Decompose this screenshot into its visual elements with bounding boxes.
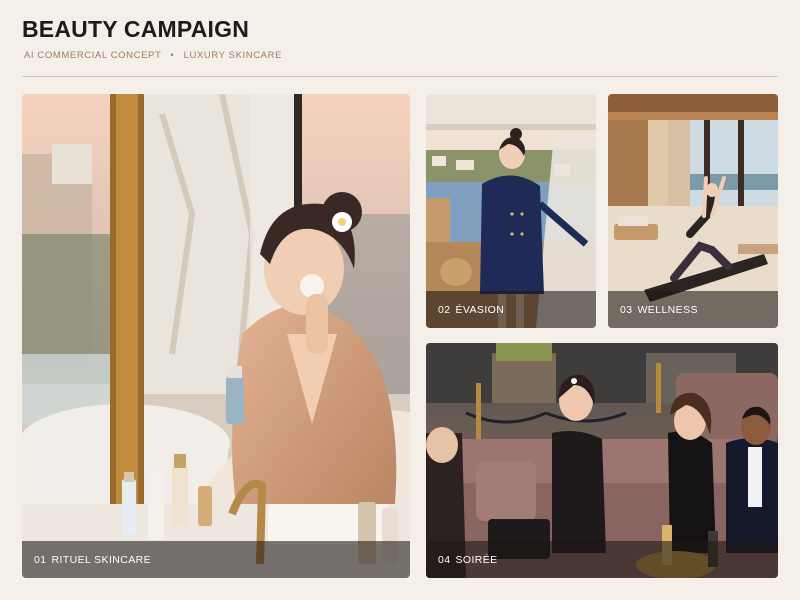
subtitle-separator: • xyxy=(170,50,175,61)
page-title: BEAUTY CAMPAIGN xyxy=(22,16,250,42)
tile-label: RITUEL SKINCARE xyxy=(51,553,152,566)
campaign-tile-soiree[interactable]: 04 SOIRÉE xyxy=(426,343,778,578)
subtitle-concept: AI Commercial Concept xyxy=(24,50,162,61)
tile-number: 01 xyxy=(34,553,47,566)
header-divider xyxy=(22,76,778,77)
tile-number: 03 xyxy=(620,303,633,316)
tile-label: WELLNESS xyxy=(637,303,698,316)
tile-caption: 01 RITUEL SKINCARE xyxy=(22,541,410,578)
tile-caption: 03 WELLNESS xyxy=(608,291,778,328)
campaign-tile-skincare[interactable]: 01 RITUEL SKINCARE xyxy=(22,94,410,578)
tile-number: 04 xyxy=(438,553,451,566)
tile-caption: 02 ÉVASION xyxy=(426,291,596,328)
campaign-tile-evasion[interactable]: 02 ÉVASION xyxy=(426,94,596,328)
page-subtitle: AI Commercial Concept • Luxury Skincare xyxy=(24,50,282,61)
campaign-tile-wellness[interactable]: 03 WELLNESS xyxy=(608,94,778,328)
skincare-scene-image xyxy=(22,94,410,578)
tile-label: ÉVASION xyxy=(455,303,505,316)
tile-number: 02 xyxy=(438,303,451,316)
tile-label: SOIRÉE xyxy=(455,553,498,566)
tile-caption: 04 SOIRÉE xyxy=(426,541,778,578)
subtitle-category: Luxury Skincare xyxy=(183,50,283,61)
